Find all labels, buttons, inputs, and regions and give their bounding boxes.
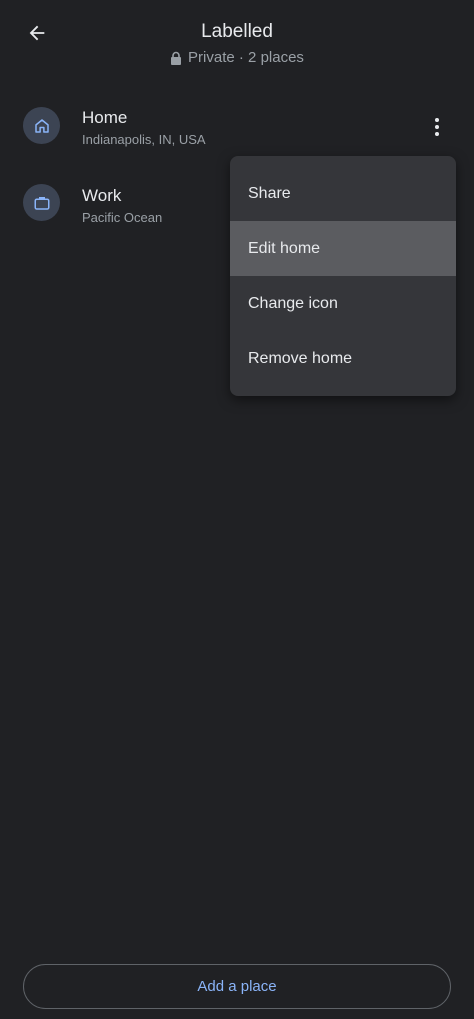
place-item-home[interactable]: Home Indianapolis, IN, USA xyxy=(0,95,474,165)
more-vert-icon xyxy=(435,118,439,122)
add-place-button[interactable]: Add a place xyxy=(23,964,451,1009)
menu-item-change-icon[interactable]: Change icon xyxy=(230,276,456,331)
more-vert-dot xyxy=(435,132,439,136)
briefcase-icon xyxy=(23,184,60,221)
list-subtitle: Private · 2 places xyxy=(188,49,304,66)
place-subtitle: Pacific Ocean xyxy=(82,210,163,225)
lock-icon xyxy=(171,51,182,65)
home-icon xyxy=(23,107,60,144)
place-subtitle: Indianapolis, IN, USA xyxy=(82,132,206,147)
more-vert-dot xyxy=(435,125,439,129)
place-title: Home xyxy=(82,108,128,127)
place-title: Work xyxy=(82,186,122,205)
menu-item-share[interactable]: Share xyxy=(230,166,456,221)
labelled-list-screen: Labelled Private · 2 places Home Indiana… xyxy=(0,0,474,1019)
menu-item-edit-home[interactable]: Edit home xyxy=(230,221,456,276)
place-options-menu: Share Edit home Change icon Remove home xyxy=(230,156,456,396)
more-options-button[interactable] xyxy=(424,113,450,141)
menu-item-remove-home[interactable]: Remove home xyxy=(230,331,456,386)
list-privacy-info: Private · 2 places xyxy=(0,49,474,66)
page-title: Labelled xyxy=(201,21,273,42)
